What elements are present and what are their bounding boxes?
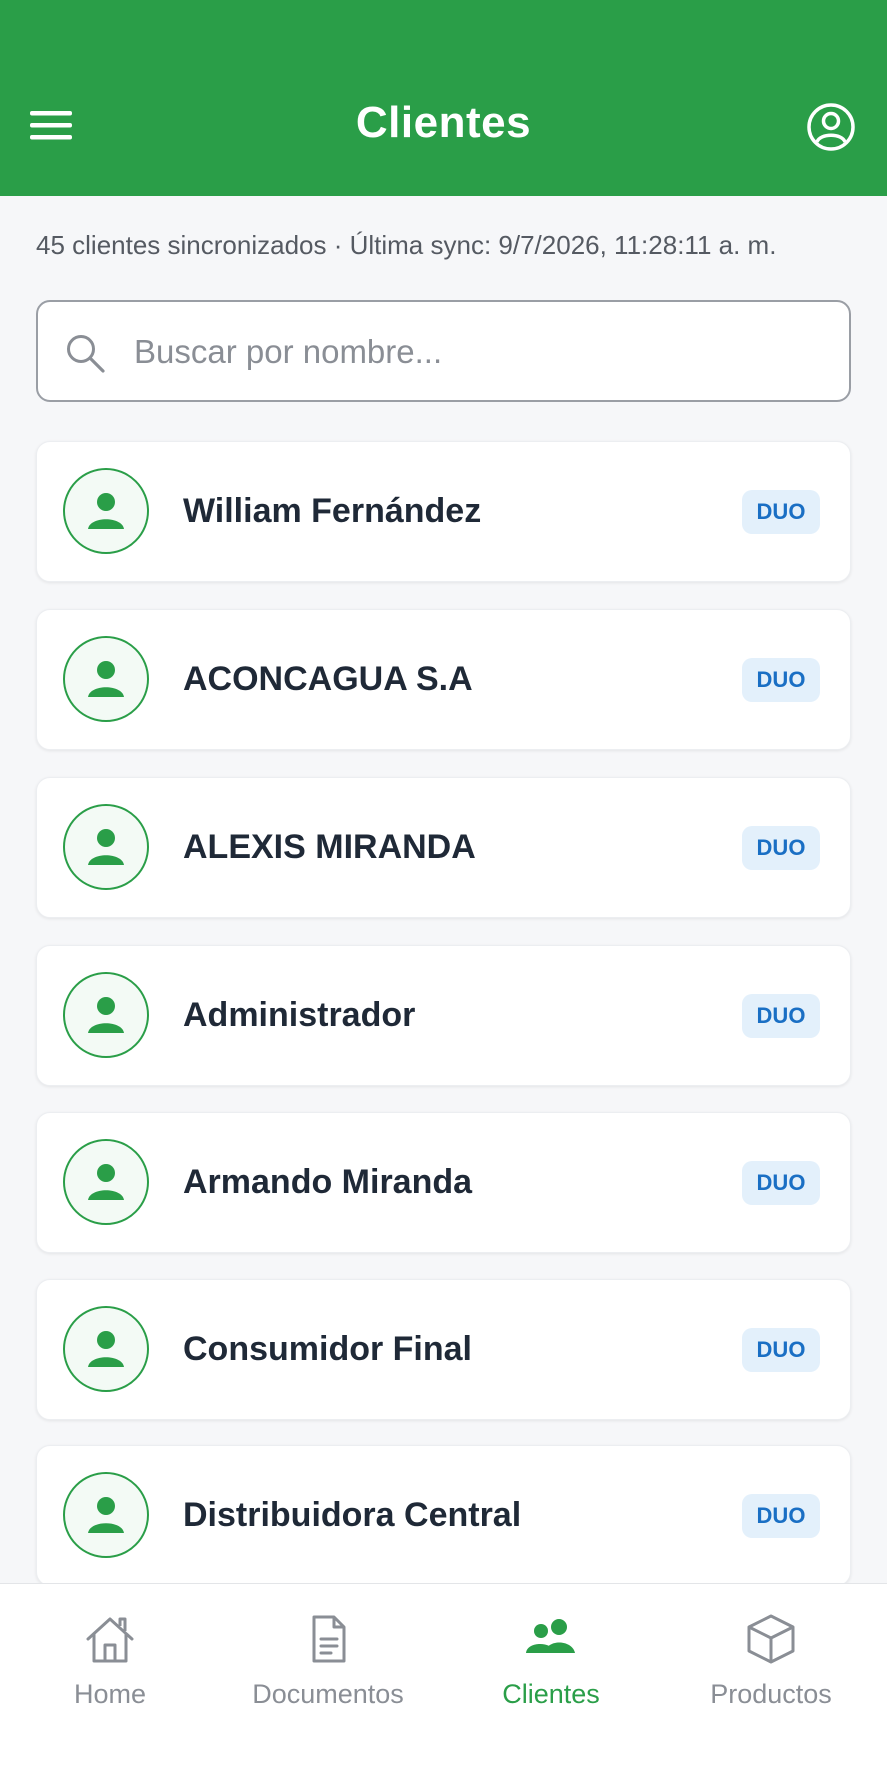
tab-documentos[interactable]: Documentos [228, 1609, 428, 1710]
user-icon [88, 1331, 124, 1367]
client-card[interactable]: ACONCAGUA S.A DUO [36, 609, 851, 750]
user-circle-icon [807, 103, 855, 151]
avatar [63, 1139, 149, 1225]
page-title: Clientes [355, 98, 532, 147]
client-name: ACONCAGUA S.A [183, 660, 473, 698]
status-badge: DUO [742, 994, 820, 1038]
search-icon [67, 335, 105, 373]
client-card[interactable]: Administrador DUO [36, 945, 851, 1086]
avatar [63, 468, 149, 554]
users-icon [526, 1619, 575, 1653]
client-card[interactable]: Consumidor Final DUO [36, 1279, 851, 1420]
user-icon [88, 493, 124, 529]
app-header: Clientes [0, 0, 887, 196]
client-name: Administrador [183, 996, 416, 1034]
search-input[interactable] [134, 320, 824, 384]
tab-clientes[interactable]: Clientes [451, 1609, 651, 1710]
avatar [63, 972, 149, 1058]
client-card[interactable]: Distribuidora Central DUO [36, 1445, 851, 1586]
box-icon [747, 1614, 795, 1664]
user-icon [88, 1497, 124, 1533]
client-card[interactable]: Armando Miranda DUO [36, 1112, 851, 1253]
avatar [63, 804, 149, 890]
client-name: Consumidor Final [183, 1330, 472, 1368]
user-icon [88, 1164, 124, 1200]
avatar [63, 1472, 149, 1558]
tab-label: Documentos [252, 1679, 404, 1709]
tab-label: Home [73, 1679, 147, 1709]
status-badge: DUO [742, 490, 820, 534]
sync-status: 45 clientes sincronizados · Última sync:… [36, 230, 777, 260]
document-icon [312, 1615, 346, 1663]
client-name: William Fernández [183, 492, 482, 530]
user-icon [88, 661, 124, 697]
client-name: Armando Miranda [183, 1163, 473, 1201]
user-icon [88, 997, 124, 1033]
tab-productos[interactable]: Productos [671, 1609, 871, 1710]
client-name: Distribuidora Central [183, 1496, 522, 1534]
status-badge: DUO [742, 826, 820, 870]
tab-label: Clientes [502, 1679, 600, 1709]
status-badge: DUO [742, 1328, 820, 1372]
client-name: ALEXIS MIRANDA [183, 828, 476, 866]
client-card[interactable]: William Fernández DUO [36, 441, 851, 582]
avatar [63, 1306, 149, 1392]
profile-button[interactable] [804, 100, 858, 154]
user-icon [88, 829, 124, 865]
home-icon [86, 1617, 134, 1663]
client-card[interactable]: ALEXIS MIRANDA DUO [36, 777, 851, 918]
avatar [63, 636, 149, 722]
search-box[interactable] [36, 300, 851, 402]
tab-label: Productos [710, 1679, 832, 1709]
status-badge: DUO [742, 658, 820, 702]
status-badge: DUO [742, 1494, 820, 1538]
status-badge: DUO [742, 1161, 820, 1205]
tab-home[interactable]: Home [10, 1609, 210, 1710]
bottom-nav: Home Documentos Clientes Productos [0, 1583, 887, 1774]
